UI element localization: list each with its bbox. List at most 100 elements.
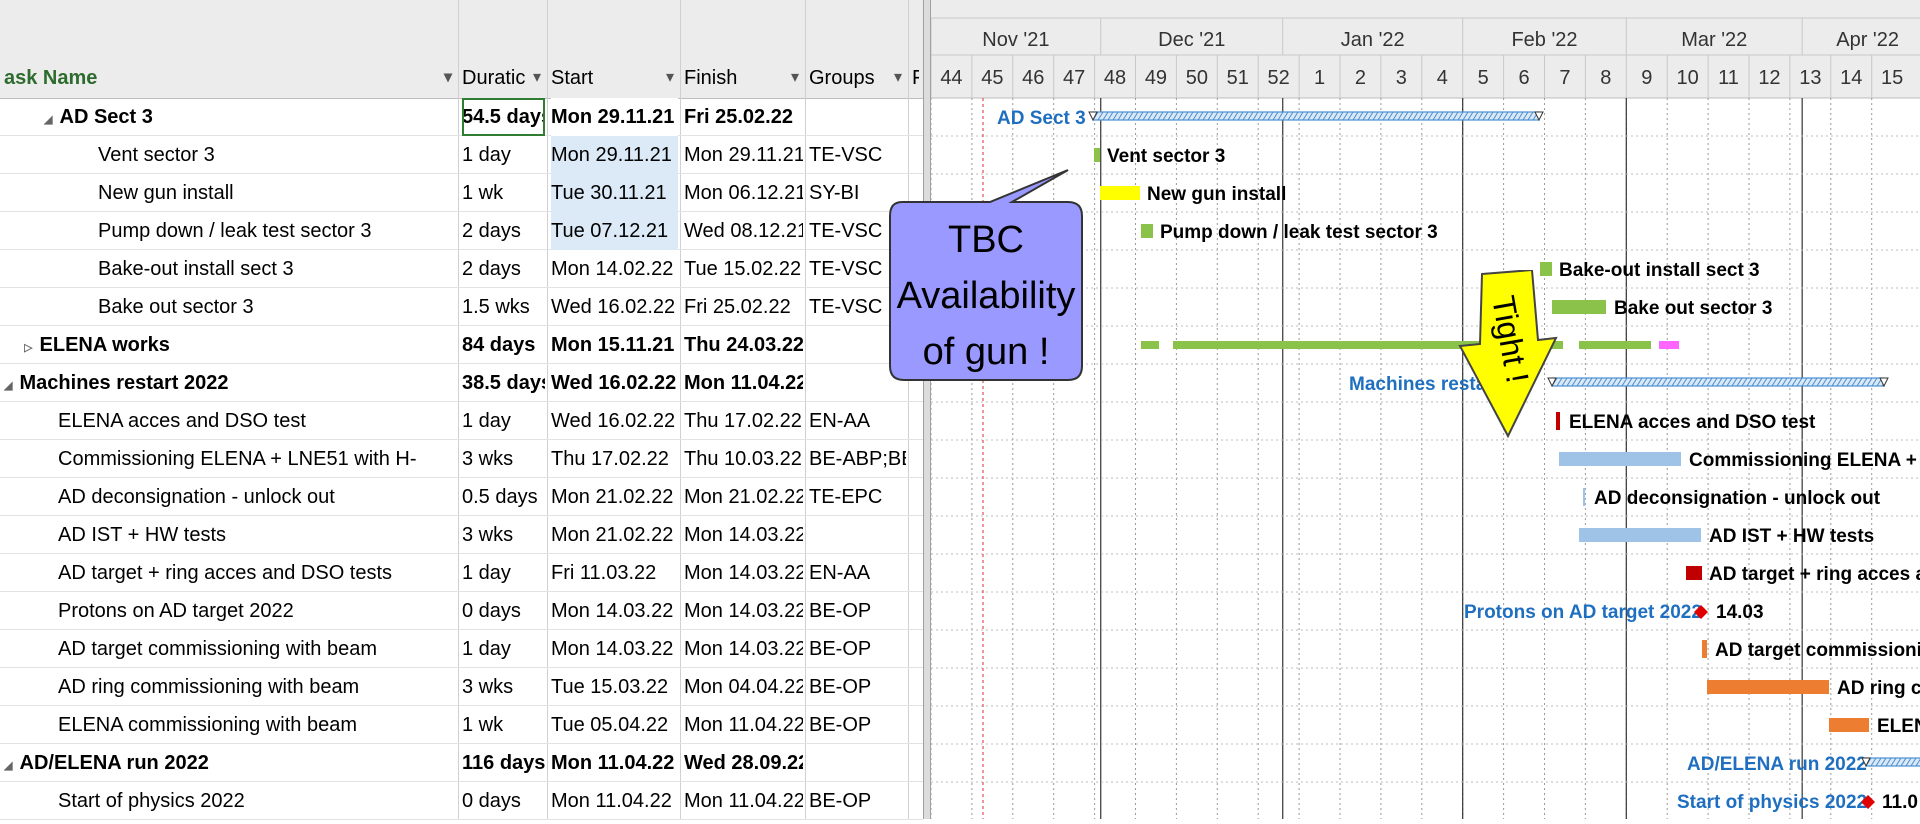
cell-start[interactable]: Mon 21.02.22 bbox=[551, 516, 678, 554]
cell-start[interactable]: Mon 14.02.22 bbox=[551, 250, 678, 288]
cell-finish[interactable]: Mon 04.04.22 bbox=[684, 668, 803, 706]
cell-duration[interactable]: 0 days bbox=[462, 782, 545, 820]
cell-duration[interactable]: 2 days bbox=[462, 212, 545, 250]
cell-finish[interactable]: Tue 15.02.22 bbox=[684, 250, 803, 288]
cell-name[interactable]: Start of physics 2022 bbox=[24, 782, 490, 820]
collapse-icon[interactable]: ◢ bbox=[44, 114, 56, 126]
cell-finish[interactable]: Wed 08.12.21 bbox=[684, 212, 803, 250]
cell-groups[interactable]: BE-OP bbox=[809, 706, 906, 744]
cell-finish[interactable]: Mon 21.02.22 bbox=[684, 478, 803, 516]
cell-name[interactable]: ELENA commissioning with beam bbox=[24, 706, 490, 744]
cell-start[interactable]: Tue 05.04.22 bbox=[551, 706, 678, 744]
table-row[interactable]: Protons on AD target 2022 0 days Mon 14.03… bbox=[0, 592, 923, 630]
cell-duration[interactable]: 1 day bbox=[462, 554, 545, 592]
cell-finish[interactable]: Mon 14.03.22 bbox=[684, 592, 803, 630]
cell-name[interactable]: AD target commissioning with beam bbox=[24, 630, 490, 668]
table-row[interactable]: Start of physics 2022 0 days Mon 11.04.22 M… bbox=[0, 782, 923, 820]
table-row[interactable]: ELENA commissioning with beam 1 wk Tue 05.… bbox=[0, 706, 923, 744]
cell-duration[interactable]: 3 wks bbox=[462, 440, 545, 478]
cell-start[interactable]: Mon 11.04.22 bbox=[551, 782, 678, 820]
cell-finish[interactable]: Mon 11.04.22 bbox=[684, 364, 803, 402]
collapse-icon[interactable]: ◢ bbox=[4, 760, 16, 772]
cell-groups[interactable]: BE-OP bbox=[809, 668, 906, 706]
cell-start[interactable]: Mon 15.11.21 bbox=[551, 326, 678, 364]
cell-start[interactable]: Tue 07.12.21 bbox=[551, 212, 678, 250]
cell-start[interactable]: Thu 17.02.22 bbox=[551, 440, 678, 478]
table-row[interactable]: ◢ AD Sect 3 54.5 days Mon 29.11.21 Fri 25.0… bbox=[0, 98, 923, 136]
table-row[interactable]: ◢ Machines restart 2022 38.5 days Wed 16.0… bbox=[0, 364, 923, 402]
table-row[interactable]: Pump down / leak test sector 3 2 days Tue … bbox=[0, 212, 923, 250]
cell-finish[interactable]: Mon 14.03.22 bbox=[684, 554, 803, 592]
cell-finish[interactable]: Mon 06.12.21 bbox=[684, 174, 803, 212]
table-row[interactable]: AD deconsignation - unlock out 0.5 days Mo… bbox=[0, 478, 923, 516]
filter-dropdown-icon[interactable]: ▾ bbox=[666, 58, 674, 98]
column-header-start[interactable]: Start ▾ bbox=[551, 58, 676, 98]
cell-name[interactable]: Bake out sector 3 bbox=[64, 288, 490, 326]
cell-name[interactable]: ◢ AD Sect 3 bbox=[44, 98, 456, 139]
table-row[interactable]: Bake out sector 3 1.5 wks Wed 16.02.22 Fri … bbox=[0, 288, 923, 326]
cell-duration[interactable]: 1 wk bbox=[462, 174, 545, 212]
cell-finish[interactable]: Mon 14.03.22 bbox=[684, 516, 803, 554]
cell-duration[interactable]: 1 day bbox=[462, 402, 545, 440]
cell-name[interactable]: Bake-out install sect 3 bbox=[64, 250, 490, 288]
cell-groups[interactable]: BE-OP bbox=[809, 782, 906, 820]
cell-name[interactable]: AD IST + HW tests bbox=[24, 516, 490, 554]
table-row[interactable]: ▷ ELENA works 84 days Mon 15.11.21 Thu 24.0… bbox=[0, 326, 923, 364]
cell-finish[interactable]: Mon 29.11.21 bbox=[684, 136, 803, 174]
cell-start[interactable]: Wed 16.02.22 bbox=[551, 402, 678, 440]
cell-name[interactable]: Protons on AD target 2022 bbox=[24, 592, 490, 630]
cell-start[interactable]: Mon 11.04.22 bbox=[551, 744, 678, 782]
column-header-extra[interactable]: F bbox=[912, 58, 919, 98]
filter-dropdown-icon[interactable]: ▾ bbox=[444, 58, 452, 98]
collapse-icon[interactable]: ◢ bbox=[4, 380, 16, 392]
cell-finish[interactable]: Wed 28.09.22 bbox=[684, 744, 803, 782]
cell-duration[interactable]: 3 wks bbox=[462, 668, 545, 706]
cell-duration[interactable]: 0.5 days bbox=[462, 478, 545, 516]
cell-duration[interactable]: 1 day bbox=[462, 630, 545, 668]
cell-duration[interactable]: 3 wks bbox=[462, 516, 545, 554]
cell-start[interactable]: Mon 29.11.21 bbox=[551, 98, 678, 136]
table-row[interactable]: ◢ AD/ELENA run 2022 116 days Mon 11.04.22 W… bbox=[0, 744, 923, 782]
cell-duration[interactable]: 2 days bbox=[462, 250, 545, 288]
cell-name[interactable]: AD deconsignation - unlock out bbox=[24, 478, 490, 516]
table-row[interactable]: AD target + ring acces and DSO tests 1 da… bbox=[0, 554, 923, 592]
cell-groups[interactable]: BE-OP bbox=[809, 592, 906, 630]
cell-name[interactable]: AD ring commissioning with beam bbox=[24, 668, 490, 706]
cell-finish[interactable]: Thu 24.03.22 bbox=[684, 326, 803, 364]
cell-groups[interactable]: TE-EPC bbox=[809, 478, 906, 516]
table-row[interactable]: Bake-out install sect 3 2 days Mon 14.02.2… bbox=[0, 250, 923, 288]
cell-start[interactable]: Mon 21.02.22 bbox=[551, 478, 678, 516]
cell-duration[interactable]: 38.5 days bbox=[462, 364, 545, 402]
cell-groups[interactable]: BE-OP bbox=[809, 630, 906, 668]
cell-finish[interactable]: Mon 11.04.22 bbox=[684, 782, 803, 820]
cell-name[interactable]: Commissioning ELENA + LNE51 with H- bbox=[24, 440, 490, 478]
table-row[interactable]: AD IST + HW tests 3 wks Mon 21.02.22 Mon 14… bbox=[0, 516, 923, 554]
cell-groups[interactable]: EN-AA bbox=[809, 402, 906, 440]
cell-finish[interactable]: Mon 14.03.22 bbox=[684, 630, 803, 668]
cell-start[interactable]: Mon 29.11.21 bbox=[551, 136, 678, 174]
filter-dropdown-icon[interactable]: ▾ bbox=[894, 58, 902, 98]
cell-start[interactable]: Wed 16.02.22 bbox=[551, 288, 678, 326]
cell-name[interactable]: ◢ Machines restart 2022 bbox=[4, 364, 456, 405]
filter-dropdown-icon[interactable]: ▾ bbox=[533, 58, 541, 98]
cell-duration[interactable]: 116 days bbox=[462, 744, 545, 782]
cell-finish[interactable]: Fri 25.02.22 bbox=[684, 98, 803, 136]
cell-start[interactable]: Mon 14.03.22 bbox=[551, 592, 678, 630]
cell-name[interactable]: AD target + ring acces and DSO tests bbox=[24, 554, 490, 592]
cell-duration[interactable]: 84 days bbox=[462, 326, 545, 364]
cell-name[interactable]: ELENA acces and DSO test bbox=[24, 402, 490, 440]
cell-groups[interactable]: BE-ABP;BE-O bbox=[809, 440, 906, 478]
cell-name[interactable]: ◢ AD/ELENA run 2022 bbox=[4, 744, 456, 785]
cell-finish[interactable]: Thu 10.03.22 bbox=[684, 440, 803, 478]
cell-name[interactable]: ▷ ELENA works bbox=[24, 326, 456, 367]
table-row[interactable]: Commissioning ELENA + LNE51 with H- 3 wks… bbox=[0, 440, 923, 478]
cell-duration[interactable]: 1.5 wks bbox=[462, 288, 545, 326]
cell-finish[interactable]: Mon 11.04.22 bbox=[684, 706, 803, 744]
cell-duration[interactable]: 1 day bbox=[462, 136, 545, 174]
pane-splitter[interactable] bbox=[923, 0, 931, 819]
cell-name[interactable]: Pump down / leak test sector 3 bbox=[64, 212, 490, 250]
cell-finish[interactable]: Fri 25.02.22 bbox=[684, 288, 803, 326]
cell-start[interactable]: Fri 11.03.22 bbox=[551, 554, 678, 592]
cell-duration[interactable]: 1 wk bbox=[462, 706, 545, 744]
table-row[interactable]: New gun install 1 wk Tue 30.11.21 Mon 06.12… bbox=[0, 174, 923, 212]
